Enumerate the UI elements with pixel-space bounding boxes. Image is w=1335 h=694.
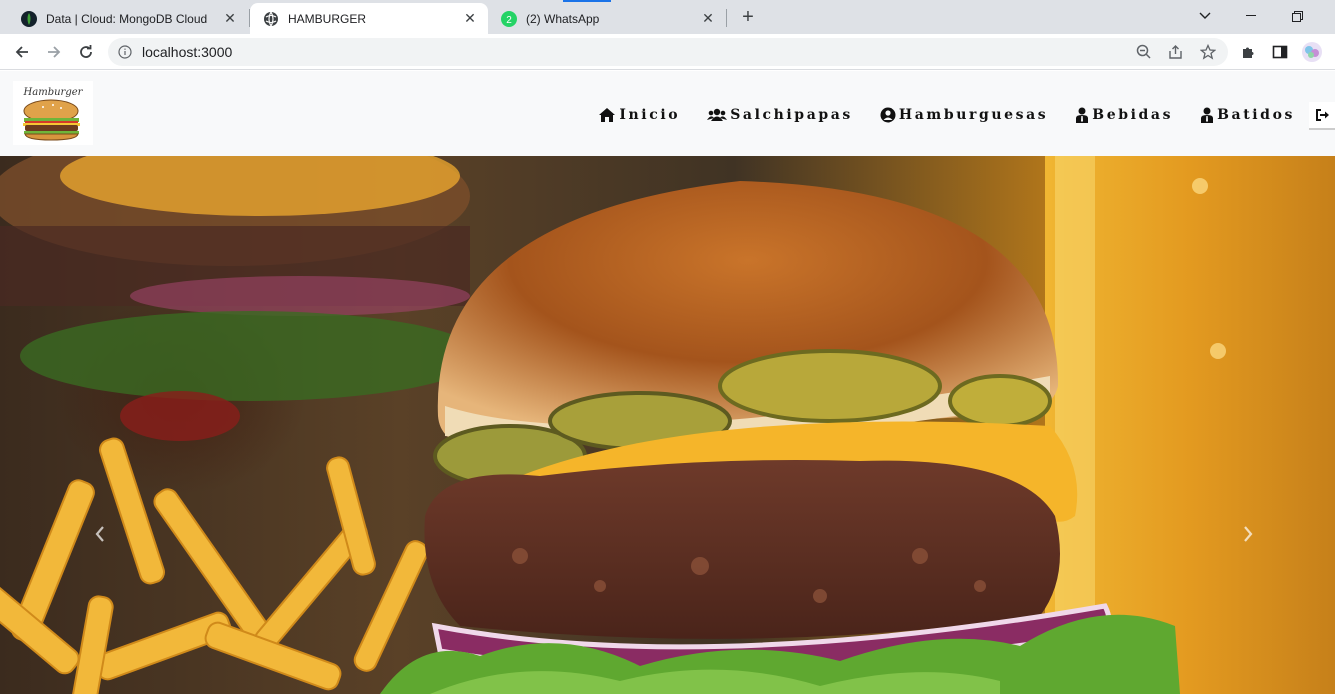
forward-button[interactable] — [40, 38, 68, 66]
nav-hamburguesas[interactable]: Hamburguesas — [880, 107, 1048, 123]
site-navbar: Hamburger Inicio Salchipapas Hamburguesa… — [0, 71, 1335, 156]
url-text: localhost:3000 — [142, 44, 233, 60]
close-icon[interactable]: ✕ — [462, 10, 478, 27]
user-tie-icon — [1201, 107, 1214, 123]
avatar — [1302, 42, 1322, 62]
nav-bebidas[interactable]: Bebidas — [1075, 107, 1173, 123]
arrow-right-icon — [48, 46, 61, 58]
browser-toolbar: localhost:3000 — [0, 34, 1335, 70]
profile-button[interactable] — [1298, 38, 1326, 66]
carousel-prev-button[interactable] — [90, 522, 110, 546]
nav-label: Hamburguesas — [898, 107, 1049, 123]
whatsapp-icon: 2 — [501, 10, 517, 27]
browser-tab-strip: Data | Cloud: MongoDB Cloud ✕ HAMBURGER … — [0, 0, 1335, 34]
carousel-next-button[interactable] — [1238, 522, 1258, 546]
arrow-left-icon — [15, 46, 28, 58]
restore-button[interactable] — [1274, 4, 1320, 28]
minimize-button[interactable] — [1228, 4, 1274, 28]
loading-indicator — [563, 0, 611, 2]
home-icon — [599, 108, 616, 122]
chevron-left-icon — [95, 526, 104, 542]
minimize-icon — [1246, 15, 1256, 16]
tab-search-button[interactable] — [1182, 4, 1228, 28]
zoom-out-icon — [1136, 44, 1151, 59]
svg-text:2: 2 — [506, 15, 512, 26]
zoom-button[interactable] — [1130, 38, 1158, 66]
user-circle-icon — [880, 107, 896, 123]
puzzle-icon — [1243, 47, 1254, 58]
tab-divider — [726, 9, 727, 27]
info-icon — [118, 45, 132, 59]
tab-whatsapp[interactable]: 2 (2) WhatsApp ✕ — [488, 3, 726, 34]
hamburger-logo-image: Hamburger — [23, 87, 84, 141]
sign-out-icon — [1316, 109, 1329, 121]
nav-label: Inicio — [619, 107, 681, 123]
svg-text:Hamburger: Hamburger — [23, 87, 84, 98]
star-icon — [1200, 44, 1216, 60]
nav-inicio[interactable]: Inicio — [598, 107, 680, 123]
reload-icon — [80, 45, 92, 58]
hero-burger-image — [0, 156, 1335, 694]
new-tab-button[interactable]: + — [737, 6, 759, 28]
tab-title: Data | Cloud: MongoDB Cloud — [46, 11, 208, 26]
tab-hamburger[interactable]: HAMBURGER ✕ — [250, 3, 488, 34]
tab-title: (2) WhatsApp — [526, 11, 600, 26]
back-button[interactable] — [8, 38, 36, 66]
main-menu: Inicio Salchipapas Hamburguesas Bebidas … — [598, 107, 1295, 123]
users-icon — [707, 108, 728, 121]
nav-label: Salchipapas — [730, 107, 853, 123]
hero-carousel — [0, 156, 1335, 694]
bookmark-button[interactable] — [1194, 38, 1222, 66]
mongodb-leaf-icon — [21, 10, 37, 27]
restore-icon — [1291, 10, 1303, 22]
site-logo[interactable]: Hamburger — [13, 81, 93, 145]
tab-mongodb[interactable]: Data | Cloud: MongoDB Cloud ✕ — [8, 3, 248, 34]
side-panel-icon — [1272, 45, 1288, 59]
chevron-down-icon — [1199, 12, 1211, 19]
share-icon — [1169, 45, 1182, 59]
nav-batidos[interactable]: Batidos — [1200, 107, 1295, 123]
tab-title: HAMBURGER — [288, 11, 367, 26]
extensions-button[interactable] — [1234, 38, 1262, 66]
share-button[interactable] — [1162, 38, 1190, 66]
globe-icon — [263, 11, 279, 27]
side-panel-button[interactable] — [1266, 38, 1294, 66]
nav-label: Bebidas — [1092, 107, 1174, 123]
nav-salchipapas[interactable]: Salchipapas — [707, 107, 853, 123]
address-bar[interactable]: localhost:3000 — [108, 38, 1228, 66]
nav-label: Batidos — [1217, 107, 1295, 123]
close-icon[interactable]: ✕ — [700, 10, 716, 27]
logout-button[interactable] — [1309, 102, 1335, 130]
chevron-right-icon — [1244, 526, 1253, 542]
reload-button[interactable] — [72, 38, 100, 66]
close-icon[interactable]: ✕ — [222, 10, 238, 27]
user-tie-icon — [1076, 107, 1089, 123]
